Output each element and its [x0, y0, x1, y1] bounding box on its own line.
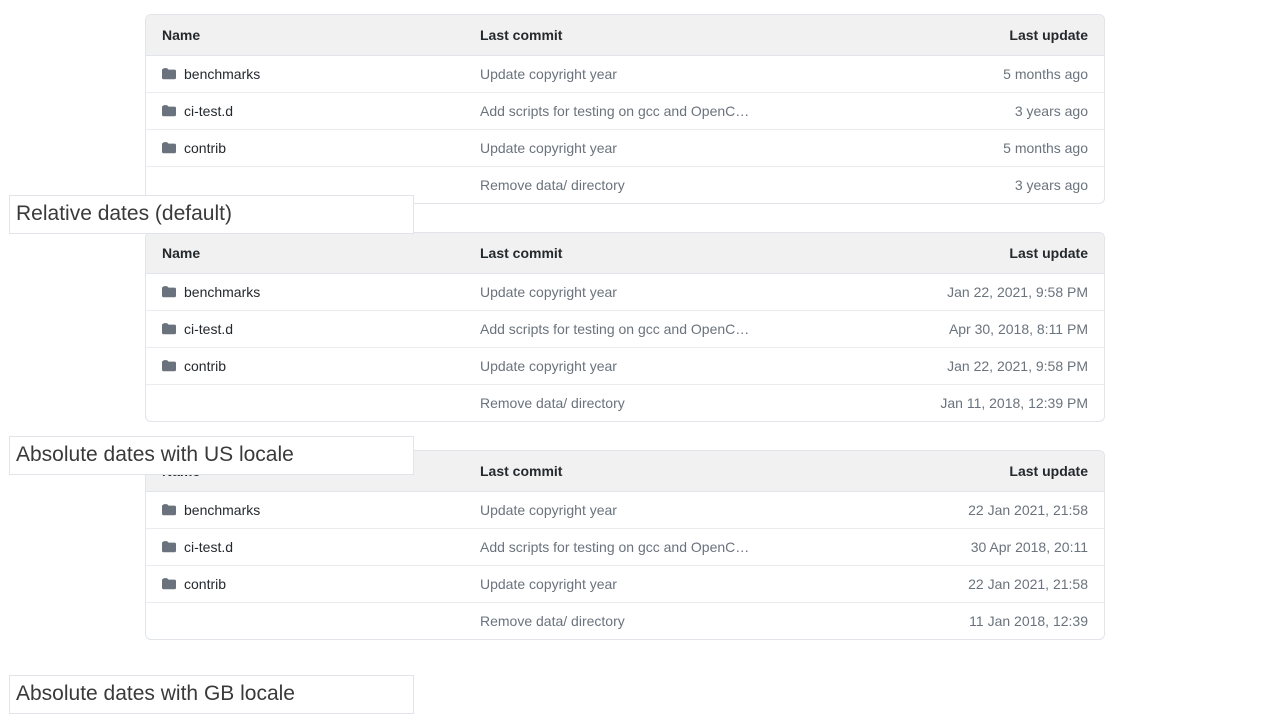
cell-commit[interactable]: Remove data/ directory	[480, 177, 868, 193]
cell-name[interactable]: benchmarks	[162, 284, 480, 300]
col-header-commit: Last commit	[480, 27, 868, 43]
col-header-commit: Last commit	[480, 463, 868, 479]
col-header-commit: Last commit	[480, 245, 868, 261]
file-name: contrib	[184, 140, 226, 156]
file-table: NameLast commitLast update benchmarks Upda…	[145, 14, 1105, 204]
table-row[interactable]: contrib Update copyright year22 Jan 2021,…	[146, 566, 1104, 603]
caption-label: Absolute dates with US locale	[9, 436, 414, 475]
folder-icon	[162, 67, 176, 81]
folder-icon	[162, 577, 176, 591]
cell-commit[interactable]: Add scripts for testing on gcc and OpenC…	[480, 539, 868, 555]
table-row[interactable]: Remove data/ directory11 Jan 2018, 12:39	[146, 603, 1104, 639]
col-header-name: Name	[162, 27, 480, 43]
cell-name[interactable]: contrib	[162, 576, 480, 592]
cell-update: Jan 22, 2021, 9:58 PM	[868, 358, 1088, 374]
cell-update: 5 months ago	[868, 66, 1088, 82]
cell-commit[interactable]: Update copyright year	[480, 576, 868, 592]
cell-name[interactable]: contrib	[162, 358, 480, 374]
file-table: NameLast commitLast updatebenchmarksUpda…	[145, 450, 1105, 640]
caption-label: Absolute dates with GB locale	[9, 675, 414, 714]
cell-name[interactable]: ci-test.d	[162, 539, 480, 555]
cell-commit[interactable]: Add scripts for testing on gcc and OpenC…	[480, 321, 868, 337]
file-name: benchmarks	[184, 502, 260, 518]
cell-commit[interactable]: Update copyright year	[480, 502, 868, 518]
table-row[interactable]: contrib Update copyright yearJan 22, 2021…	[146, 348, 1104, 385]
table-row[interactable]: benchmarks Update copyright year22 Jan 20…	[146, 492, 1104, 529]
cell-name[interactable]: benchmarks	[162, 66, 480, 82]
folder-icon	[162, 540, 176, 554]
cell-update: 3 years ago	[868, 177, 1088, 193]
cell-update: Jan 11, 2018, 12:39 PM	[868, 395, 1088, 411]
cell-commit[interactable]: Update copyright year	[480, 140, 868, 156]
cell-commit[interactable]: Update copyright year	[480, 284, 868, 300]
cell-commit[interactable]: Remove data/ directory	[480, 613, 868, 629]
table-row[interactable]: contrib Update copyright year5 months ago	[146, 130, 1104, 167]
table-row[interactable]: benchmarks Update copyright year5 months …	[146, 56, 1104, 93]
file-name: benchmarks	[184, 284, 260, 300]
cell-name[interactable]: ci-test.d	[162, 321, 480, 337]
cell-update: 22 Jan 2021, 21:58	[868, 576, 1088, 592]
cell-name[interactable]	[162, 178, 480, 192]
file-name: ci-test.d	[184, 103, 233, 119]
cell-update: 3 years ago	[868, 103, 1088, 119]
cell-commit[interactable]: Update copyright year	[480, 66, 868, 82]
cell-name[interactable]	[162, 614, 480, 628]
file-name: contrib	[184, 358, 226, 374]
cell-update: 11 Jan 2018, 12:39	[868, 613, 1088, 629]
file-name: ci-test.d	[184, 321, 233, 337]
table-row[interactable]: Remove data/ directoryJan 11, 2018, 12:3…	[146, 385, 1104, 421]
cell-name[interactable]: benchmarks	[162, 502, 480, 518]
table-row[interactable]: benchmarks Update copyright yearJan 22, 2…	[146, 274, 1104, 311]
col-header-update: Last update	[868, 463, 1088, 479]
table-row[interactable]: ci-test.d Add scripts for testing on gcc …	[146, 529, 1104, 566]
cell-update: Apr 30, 2018, 8:11 PM	[868, 321, 1088, 337]
cell-name[interactable]: ci-test.d	[162, 103, 480, 119]
folder-icon	[162, 285, 176, 299]
cell-update: 5 months ago	[868, 140, 1088, 156]
file-name: ci-test.d	[184, 539, 233, 555]
cell-name[interactable]	[162, 396, 480, 410]
cell-update: 22 Jan 2021, 21:58	[868, 502, 1088, 518]
table-row[interactable]: ci-test.d Add scripts for testing on gcc …	[146, 93, 1104, 130]
cell-commit[interactable]: Update copyright year	[480, 358, 868, 374]
folder-icon	[162, 104, 176, 118]
cell-name[interactable]: contrib	[162, 140, 480, 156]
folder-icon	[162, 322, 176, 336]
file-name: contrib	[184, 576, 226, 592]
caption-label: Relative dates (default)	[9, 195, 414, 234]
table-header: NameLast commitLast update	[146, 15, 1104, 56]
file-name: benchmarks	[184, 66, 260, 82]
cell-update: 30 Apr 2018, 20:11	[868, 539, 1088, 555]
folder-icon	[162, 141, 176, 155]
cell-commit[interactable]: Add scripts for testing on gcc and OpenC…	[480, 103, 868, 119]
cell-commit[interactable]: Remove data/ directory	[480, 395, 868, 411]
table-row[interactable]: ci-test.d Add scripts for testing on gcc …	[146, 311, 1104, 348]
col-header-update: Last update	[868, 245, 1088, 261]
table-header: NameLast commitLast update	[146, 233, 1104, 274]
col-header-update: Last update	[868, 27, 1088, 43]
col-header-name: Name	[162, 245, 480, 261]
folder-icon	[162, 359, 176, 373]
cell-update: Jan 22, 2021, 9:58 PM	[868, 284, 1088, 300]
folder-icon	[162, 503, 176, 517]
file-table: NameLast commitLast update benchmarks Upda…	[145, 232, 1105, 422]
